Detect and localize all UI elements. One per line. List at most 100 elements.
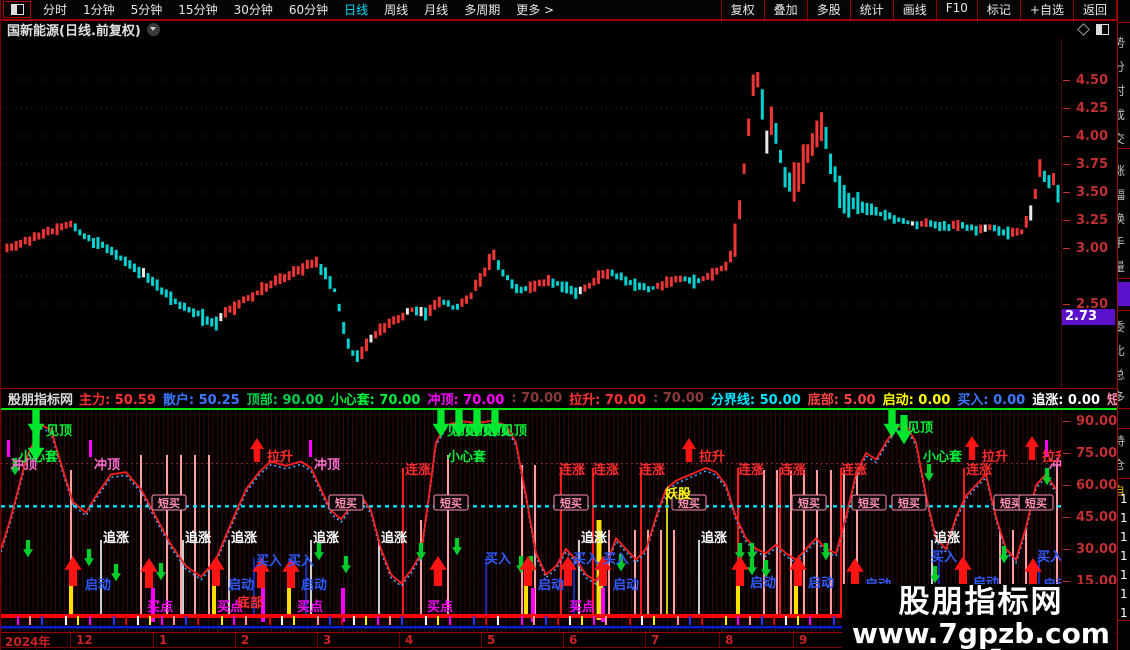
strip-glyph-fragment: 持 bbox=[1118, 432, 1125, 449]
period-item-5[interactable]: 60分钟 bbox=[281, 0, 336, 19]
strip-glyph-fragment: 总 bbox=[1118, 366, 1125, 383]
candlestick-chart[interactable]: 4.50 4.25 4.00 3.75 3.50 3.25 3.00 2.50 2.73 bbox=[1, 38, 1117, 389]
strip-glyph-fragment: 幅 bbox=[1118, 186, 1125, 203]
indicator-tick-label: 75.00 bbox=[1076, 445, 1118, 461]
indicator-param-9: 底部: 5.00 bbox=[807, 392, 876, 408]
layout-toggle-button[interactable] bbox=[3, 1, 31, 18]
tool-item-0[interactable]: 复权 bbox=[720, 0, 764, 19]
svg-text:启动: 启动 bbox=[538, 577, 564, 593]
svg-text:小心套: 小心套 bbox=[19, 449, 59, 465]
tool-item-1[interactable]: 叠加 bbox=[763, 0, 807, 19]
svg-text:短买: 短买 bbox=[440, 496, 462, 510]
svg-text:买入: 买入 bbox=[1037, 550, 1061, 565]
svg-text:见顶: 见顶 bbox=[46, 424, 72, 439]
period-item-8[interactable]: 月线 bbox=[416, 0, 456, 19]
date-label: 9 bbox=[799, 633, 808, 647]
strip-glyph-fragment: 分 bbox=[1118, 58, 1125, 75]
period-item-3[interactable]: 15分钟 bbox=[170, 0, 225, 19]
svg-text:连涨: 连涨 bbox=[559, 462, 585, 478]
svg-text:启动: 启动 bbox=[750, 575, 776, 591]
window-layout-icon bbox=[10, 4, 24, 15]
tool-item-7[interactable]: +自选 bbox=[1019, 0, 1073, 19]
period-item-7[interactable]: 周线 bbox=[376, 0, 416, 19]
svg-text:启动: 启动 bbox=[85, 577, 111, 593]
strip-digit: 1 bbox=[1120, 530, 1128, 544]
indicator-header[interactable]: 股朋指标网 主力: 50.59 散户: 50.25 顶部: 90.00 小心套: 70… bbox=[1, 389, 1117, 407]
last-price-tag: 2.73 bbox=[1062, 309, 1115, 325]
strip-glyph-fragment: 势 bbox=[1118, 34, 1125, 51]
price-tick-label: 3.75 bbox=[1076, 157, 1109, 172]
svg-text:追涨: 追涨 bbox=[185, 530, 211, 546]
indicator-param-5: : 70.00 bbox=[511, 390, 563, 406]
tool-item-5[interactable]: F10 bbox=[935, 0, 977, 19]
tool-item-2[interactable]: 多股 bbox=[806, 0, 850, 19]
svg-text:底部: 底部 bbox=[237, 595, 263, 611]
tool-item-6[interactable]: 标记 bbox=[976, 0, 1020, 19]
tool-item-4[interactable]: 画线 bbox=[892, 0, 936, 19]
svg-text:买入: 买入 bbox=[485, 552, 511, 567]
diamond-marker-icon[interactable] bbox=[1077, 23, 1090, 36]
svg-text:启动: 启动 bbox=[301, 577, 327, 593]
period-item-1[interactable]: 1分钟 bbox=[75, 0, 123, 19]
toolbar-actions: 复权 叠加 多股 统计 画线 F10 标记 +自选 返回 bbox=[720, 0, 1117, 19]
svg-text:追涨: 追涨 bbox=[231, 530, 257, 546]
svg-text:短买: 短买 bbox=[898, 496, 920, 510]
indicator-tick-label: 45.00 bbox=[1076, 509, 1118, 525]
period-item-10[interactable]: 更多 > bbox=[508, 0, 562, 19]
svg-text:买入: 买入 bbox=[603, 552, 629, 567]
date-label: 12 bbox=[76, 633, 93, 647]
svg-text:小心套: 小心套 bbox=[447, 449, 487, 465]
date-label: 1 bbox=[159, 633, 168, 647]
indicator-param-7: : 70.00 bbox=[653, 390, 704, 406]
indicator-tick-label: 60.00 bbox=[1076, 477, 1118, 493]
date-label: 5 bbox=[487, 633, 496, 647]
tool-item-8[interactable]: 返回 bbox=[1072, 0, 1117, 19]
svg-text:冲顶: 冲顶 bbox=[314, 457, 340, 473]
strip-glyph-fragment: 换 bbox=[1118, 210, 1125, 227]
svg-text:见顶: 见顶 bbox=[907, 421, 933, 436]
svg-text:短买: 短买 bbox=[798, 496, 820, 510]
page-title: 国新能源(日线.前复权) bbox=[7, 24, 141, 39]
svg-text:启动: 启动 bbox=[808, 575, 834, 591]
watermark-url: www.7gpzb.com bbox=[851, 616, 1110, 650]
price-tick-label: 3.25 bbox=[1076, 213, 1109, 228]
svg-text:追涨: 追涨 bbox=[313, 530, 339, 546]
strip-glyph-fragment: 时 bbox=[1118, 82, 1125, 99]
strip-glyph-fragment: 委 bbox=[1118, 318, 1125, 335]
title-bar: 国新能源(日线.前复权) bbox=[1, 21, 1117, 39]
date-label: 2 bbox=[241, 633, 250, 647]
svg-text:追涨: 追涨 bbox=[701, 530, 727, 546]
period-item-2[interactable]: 5分钟 bbox=[123, 0, 171, 19]
indicator-param-12: 追涨: 0.00 bbox=[1032, 392, 1100, 408]
right-side-strip[interactable]: 势分时成交涨幅换手量委比总多持仓自1111111 bbox=[1117, 0, 1130, 650]
window-layout-icon[interactable] bbox=[1096, 24, 1109, 35]
candlestick-svg[interactable] bbox=[1, 38, 1061, 387]
svg-text:妖股: 妖股 bbox=[665, 486, 691, 502]
period-item-0[interactable]: 分时 bbox=[35, 0, 75, 19]
strip-glyph-fragment: 成 bbox=[1118, 106, 1125, 123]
strip-digit: 1 bbox=[1120, 492, 1128, 506]
indicator-param-6: 拉升: 70.00 bbox=[569, 392, 647, 408]
svg-text:启动: 启动 bbox=[228, 577, 254, 593]
price-axis: 4.50 4.25 4.00 3.75 3.50 3.25 3.00 2.50 bbox=[1061, 38, 1118, 388]
indicator-param-4: 冲顶: 70.00 bbox=[427, 392, 505, 408]
svg-text:买入: 买入 bbox=[931, 550, 957, 565]
chevron-down-icon[interactable] bbox=[146, 23, 160, 36]
svg-text:连涨: 连涨 bbox=[738, 462, 764, 478]
svg-text:拉升: 拉升 bbox=[1042, 449, 1061, 465]
svg-text:连涨: 连涨 bbox=[593, 462, 619, 478]
period-item-4[interactable]: 30分钟 bbox=[226, 0, 281, 19]
svg-text:买点: 买点 bbox=[569, 599, 595, 615]
strip-digit: 1 bbox=[1120, 568, 1128, 582]
date-label: 7 bbox=[651, 633, 660, 647]
svg-text:追涨: 追涨 bbox=[581, 530, 607, 546]
strip-glyph-fragment: 涨 bbox=[1118, 162, 1125, 179]
period-item-6[interactable]: 日线 bbox=[336, 0, 376, 19]
strip-glyph-fragment: 比 bbox=[1118, 342, 1125, 359]
svg-text:连涨: 连涨 bbox=[639, 462, 665, 478]
watermark: 股朋指标网 www.7gpzb.com bbox=[841, 584, 1116, 650]
indicator-param-2: 顶部: 90.00 bbox=[246, 392, 324, 408]
tool-item-3[interactable]: 统计 bbox=[849, 0, 893, 19]
period-item-9[interactable]: 多周期 bbox=[456, 0, 508, 19]
indicator-tick-label: 90.00 bbox=[1076, 414, 1118, 429]
